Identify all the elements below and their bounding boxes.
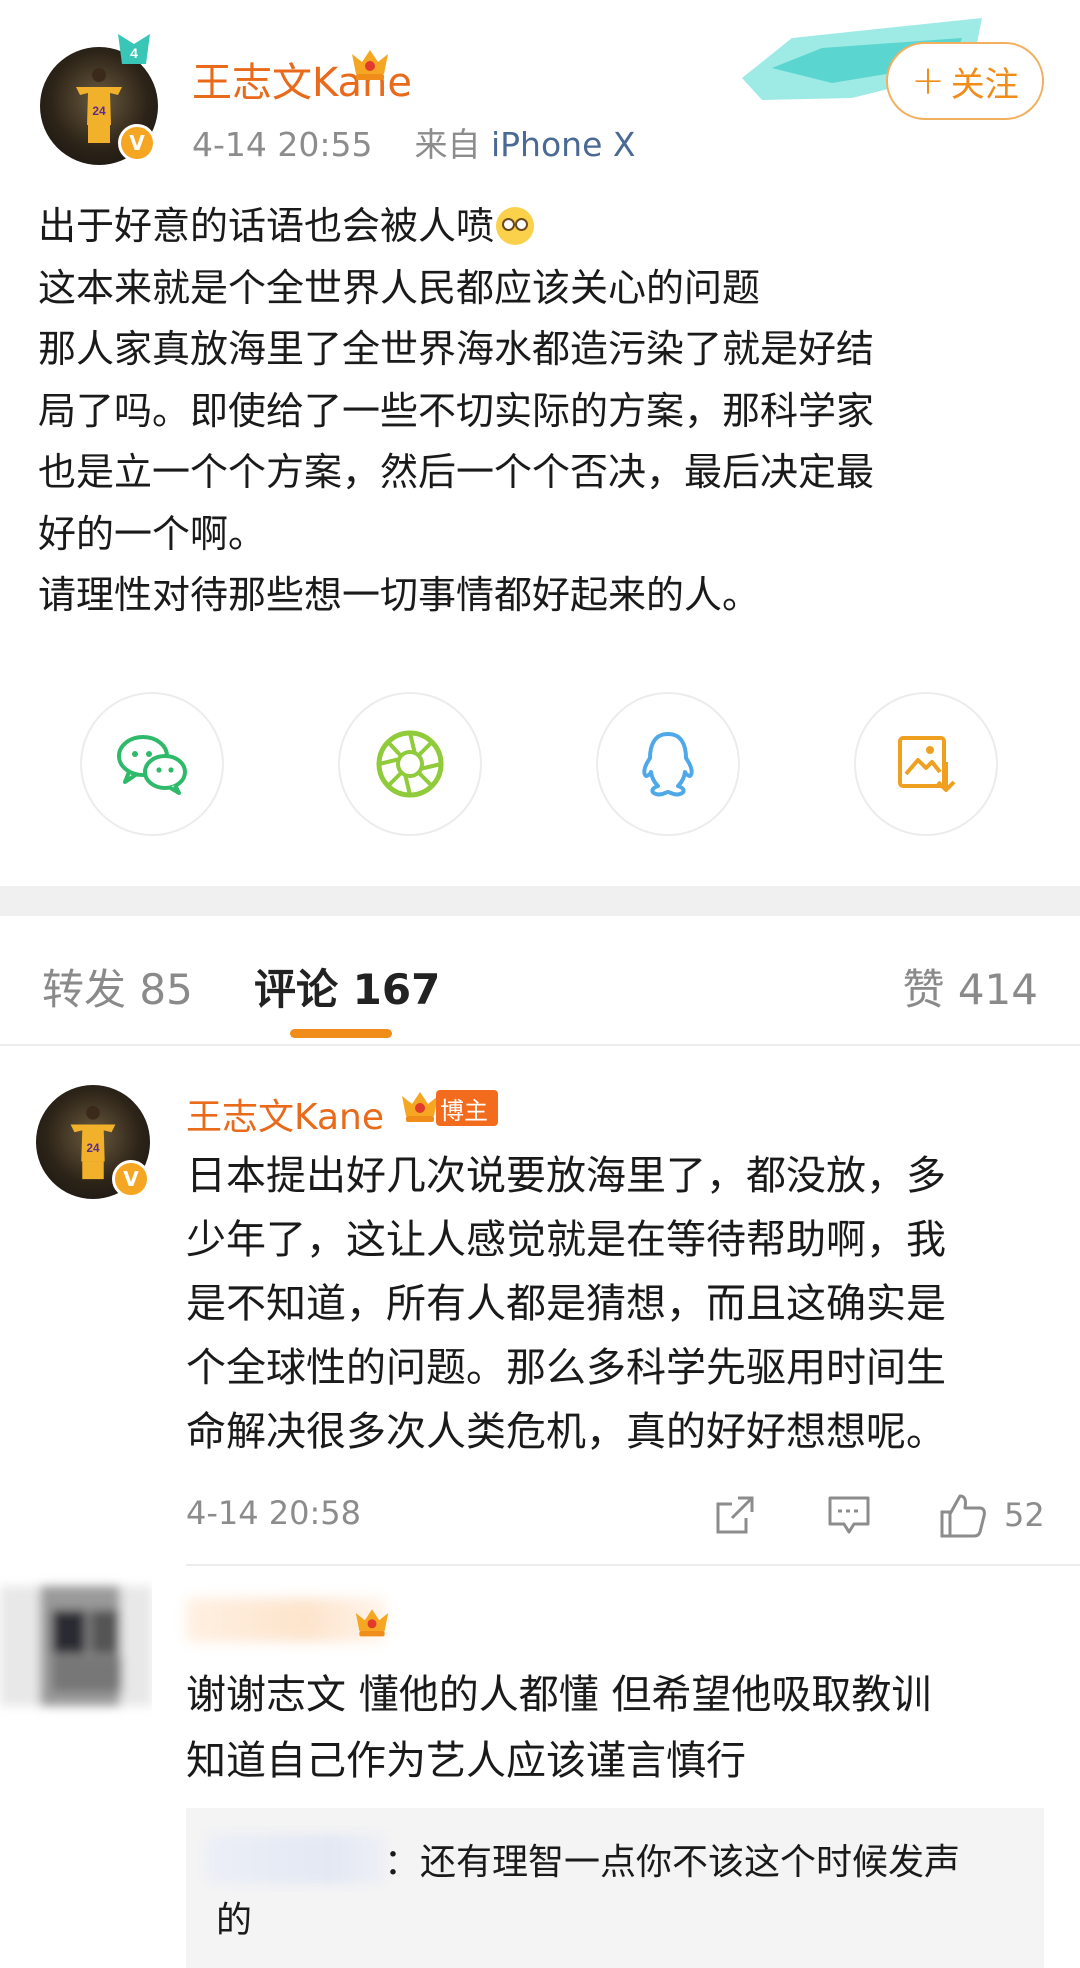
reply-line: 谢谢志文 懂他的人都懂 但希望他吸取教训: [186, 1672, 932, 1718]
vip-crown-icon[interactable]: [348, 44, 392, 84]
comment-actions: 4-14 20:58 52: [186, 1492, 1046, 1542]
sub-reply-box[interactable]: ：还有理智一点你不该这个时候发声 的: [186, 1808, 1044, 1968]
dizzy-face-emoji-icon: [496, 207, 535, 245]
verified-badge-icon: V: [112, 1160, 150, 1198]
comment-text: 日本提出好几次说要放海里了，都没放，多 少年了，这让人感觉就是在等待帮助啊，我 …: [186, 1144, 1046, 1464]
post-body-line: 出于好意的话语也会被人喷: [38, 196, 1048, 258]
player-silhouette-icon: 24: [76, 68, 122, 143]
comment-line: 是不知道，所有人都是猜想，而且这确实是: [186, 1281, 946, 1327]
member-badge-icon: 4: [118, 34, 150, 64]
post-header: 24 4 V 王志文Kane 4-14 20:55 来自 iPhone X + …: [0, 0, 1080, 175]
reply-text: 谢谢志文 懂他的人都懂 但希望他吸取教训 知道自己作为艺人应该谨言慎行: [186, 1662, 1046, 1794]
sub-reply-line: ：还有理智一点你不该这个时候发声: [384, 1842, 961, 1883]
comment-line: 个全球性的问题。那么多科学先驱用时间生: [186, 1345, 946, 1391]
source-prefix: 来自: [414, 125, 481, 164]
reply-line: 知道自己作为艺人应该谨言慎行: [186, 1738, 746, 1784]
verified-badge-icon: V: [118, 124, 156, 162]
blurred-avatar[interactable]: [0, 1566, 152, 1726]
post-body-line: 请理性对待那些想一切事情都好起来的人。: [38, 573, 761, 617]
svg-text:4: 4: [130, 45, 138, 61]
share-qq-button[interactable]: [596, 692, 740, 836]
plus-icon: +: [911, 58, 945, 104]
tab-repost[interactable]: 转发 85: [42, 956, 193, 1017]
active-tab-indicator: [290, 1029, 392, 1038]
vip-crown-icon: [355, 1609, 389, 1637]
like-count: 52: [1004, 1496, 1045, 1534]
player-silhouette-icon: 24: [70, 1105, 116, 1180]
post-body: 出于好意的话语也会被人喷 这本来就是个全世界人民都应该关心的问题 那人家真放海里…: [38, 196, 1048, 627]
tab-likes[interactable]: 赞 414: [902, 956, 1038, 1017]
comment-timestamp: 4-14 20:58: [186, 1494, 362, 1532]
post-body-line: 这本来就是个全世界人民都应该关心的问题: [38, 265, 761, 310]
post-body-line: 好的一个啊。: [38, 511, 267, 556]
tab-bar: 转发 85 评论 167 赞 414: [0, 916, 1080, 1046]
comment-line: 日本提出好几次说要放海里了，都没放，多: [186, 1153, 946, 1199]
post-timestamp: 4-14 20:55: [192, 125, 373, 164]
post-body-line: 局了吗。即使给了一些不切实际的方案，那科学家: [38, 388, 875, 433]
share-moments-button[interactable]: [338, 692, 482, 836]
comment-divider: [186, 1564, 1080, 1566]
save-image-button[interactable]: [854, 692, 998, 836]
wechat-icon: [117, 735, 187, 795]
host-badge: 博主: [436, 1090, 498, 1126]
post-body-line: 也是立一个个方案，然后一个个否决，最后决定最: [38, 450, 875, 494]
share-wechat-button[interactable]: [80, 692, 224, 836]
comment-username[interactable]: 王志文Kane: [186, 1088, 384, 1140]
qq-icon: [642, 732, 694, 797]
share-row: [0, 692, 1080, 838]
like-thumb-icon[interactable]: [938, 1492, 988, 1540]
tab-comments[interactable]: 评论 167: [254, 956, 440, 1017]
moments-icon: [376, 730, 444, 798]
section-divider: [0, 886, 1080, 916]
sub-reply-line: 的: [216, 1900, 253, 1941]
post-meta: 4-14 20:55 来自 iPhone X: [192, 118, 635, 166]
comment-line: 少年了，这让人感觉就是在等待帮助啊，我: [186, 1217, 946, 1263]
comment-line: 命解决很多次人类危机，真的好好想想呢。: [186, 1409, 946, 1455]
post-body-line: 那人家真放海里了全世界海水都造污染了就是好结: [38, 327, 875, 371]
svg-text:24: 24: [86, 1142, 100, 1155]
sub-reply-text: ：还有理智一点你不该这个时候发声 的: [216, 1834, 1016, 1950]
source-device-link[interactable]: iPhone X: [491, 125, 636, 164]
follow-button[interactable]: + 关注: [886, 42, 1044, 120]
svg-text:24: 24: [92, 104, 106, 118]
share-icon[interactable]: [712, 1492, 758, 1538]
reply-comment-icon[interactable]: [826, 1492, 872, 1538]
follow-label: 关注: [950, 64, 1019, 105]
save-image-icon: [898, 736, 956, 792]
